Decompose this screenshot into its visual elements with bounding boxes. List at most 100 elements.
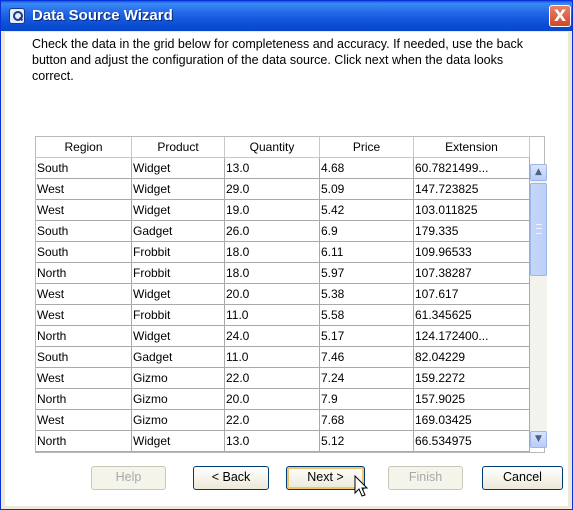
cell-col-extension[interactable]: 82.04229 xyxy=(414,347,530,368)
chevron-up-icon[interactable]: ▲ xyxy=(530,164,547,181)
cell-col-price[interactable]: 5.42 xyxy=(320,200,414,221)
cell-col-product[interactable]: Frobbit xyxy=(132,305,225,326)
cell-col-quantity[interactable]: 13.0 xyxy=(225,431,320,452)
cell-col-quantity[interactable]: 20.0 xyxy=(225,389,320,410)
table-row[interactable]: South Widget 13.0 4.68 60.7821499... xyxy=(36,158,530,179)
cell-col-product[interactable]: Gadget xyxy=(132,347,225,368)
title-bar[interactable]: Data Source Wizard X xyxy=(1,1,572,31)
table-row[interactable]: South Gadget 11.0 7.46 82.04229 xyxy=(36,347,530,368)
cell-col-product[interactable]: Widget xyxy=(132,431,225,452)
cell-col-price[interactable]: 5.58 xyxy=(320,305,414,326)
cell-col-price[interactable]: 5.12 xyxy=(320,431,414,452)
cell-col-region[interactable]: West xyxy=(36,305,132,326)
cell-col-price[interactable]: 4.68 xyxy=(320,158,414,179)
cell-col-quantity[interactable]: 24.0 xyxy=(225,326,320,347)
table-row[interactable]: North Widget 13.0 5.12 66.534975 xyxy=(36,431,530,452)
cell-col-region[interactable]: North xyxy=(36,326,132,347)
table-row[interactable]: West Frobbit 11.0 5.58 61.345625 xyxy=(36,305,530,326)
table-row[interactable]: West Gizmo 22.0 7.24 159.2272 xyxy=(36,368,530,389)
cell-col-price[interactable]: 5.17 xyxy=(320,326,414,347)
cell-col-quantity[interactable]: 20.0 xyxy=(225,284,320,305)
cell-col-region[interactable]: South xyxy=(36,158,132,179)
cell-col-product[interactable]: Gizmo xyxy=(132,410,225,431)
back-button[interactable]: < Back xyxy=(193,466,269,490)
cell-col-price[interactable]: 5.38 xyxy=(320,284,414,305)
cell-col-quantity[interactable]: 22.0 xyxy=(225,368,320,389)
cell-col-region[interactable]: West xyxy=(36,200,132,221)
cell-col-extension[interactable]: 103.011825 xyxy=(414,200,530,221)
cell-col-quantity[interactable]: 18.0 xyxy=(225,242,320,263)
cell-col-extension[interactable]: 179.335 xyxy=(414,221,530,242)
cell-col-extension[interactable]: 109.96533 xyxy=(414,242,530,263)
data-grid[interactable]: Region Product Quantity Price Extension Sout… xyxy=(35,136,547,453)
cell-col-region[interactable]: West xyxy=(36,368,132,389)
cell-col-price[interactable]: 5.09 xyxy=(320,179,414,200)
cell-col-product[interactable]: Gadget xyxy=(132,221,225,242)
cell-col-quantity[interactable]: 13.0 xyxy=(225,158,320,179)
header-col-product[interactable]: Product xyxy=(132,137,225,158)
cell-col-extension[interactable]: 159.2272 xyxy=(414,368,530,389)
cell-col-extension[interactable]: 147.723825 xyxy=(414,179,530,200)
table-row[interactable]: South Gadget 26.0 6.9 179.335 xyxy=(36,221,530,242)
cell-col-quantity[interactable]: 11.0 xyxy=(225,347,320,368)
cell-col-price[interactable]: 5.97 xyxy=(320,263,414,284)
table-row[interactable]: South Frobbit 18.0 6.11 109.96533 xyxy=(36,242,530,263)
cell-col-region[interactable]: West xyxy=(36,284,132,305)
cancel-button[interactable]: Cancel xyxy=(482,466,563,490)
cell-col-quantity[interactable]: 18.0 xyxy=(225,263,320,284)
cell-col-region[interactable]: West xyxy=(36,179,132,200)
cell-col-product[interactable]: Widget xyxy=(132,179,225,200)
header-col-quantity[interactable]: Quantity xyxy=(225,137,320,158)
cell-col-price[interactable]: 7.9 xyxy=(320,389,414,410)
scrollbar-thumb[interactable] xyxy=(530,183,547,276)
cell-col-price[interactable]: 6.9 xyxy=(320,221,414,242)
close-button[interactable]: X xyxy=(549,5,571,27)
cell-col-region[interactable]: West xyxy=(36,410,132,431)
vertical-scrollbar[interactable]: ▲ ▼ xyxy=(530,164,547,448)
cell-col-product[interactable]: Gizmo xyxy=(132,389,225,410)
cell-col-extension[interactable]: 66.534975 xyxy=(414,431,530,452)
cell-col-product[interactable]: Frobbit xyxy=(132,242,225,263)
cell-col-quantity[interactable]: 22.0 xyxy=(225,410,320,431)
cell-col-quantity[interactable]: 11.0 xyxy=(225,305,320,326)
table-row[interactable]: North Frobbit 18.0 5.97 107.38287 xyxy=(36,263,530,284)
table-row[interactable]: North Widget 24.0 5.17 124.172400... xyxy=(36,326,530,347)
cell-col-price[interactable]: 6.11 xyxy=(320,242,414,263)
cell-col-extension[interactable]: 124.172400... xyxy=(414,326,530,347)
cell-col-price[interactable]: 7.68 xyxy=(320,410,414,431)
chevron-down-icon[interactable]: ▼ xyxy=(530,431,547,448)
table-row[interactable]: West Widget 29.0 5.09 147.723825 xyxy=(36,179,530,200)
cell-col-extension[interactable]: 60.7821499... xyxy=(414,158,530,179)
cell-col-region[interactable]: South xyxy=(36,347,132,368)
table-row[interactable]: West Widget 20.0 5.38 107.617 xyxy=(36,284,530,305)
table-row[interactable]: North Gizmo 20.0 7.9 157.9025 xyxy=(36,389,530,410)
cell-col-region[interactable]: North xyxy=(36,263,132,284)
cell-col-region[interactable]: South xyxy=(36,242,132,263)
cell-col-product[interactable]: Frobbit xyxy=(132,263,225,284)
cell-col-product[interactable]: Widget xyxy=(132,200,225,221)
cell-col-price[interactable]: 7.24 xyxy=(320,368,414,389)
cell-col-quantity[interactable]: 19.0 xyxy=(225,200,320,221)
cell-col-product[interactable]: Gizmo xyxy=(132,368,225,389)
cell-col-product[interactable]: Widget xyxy=(132,284,225,305)
cell-col-region[interactable]: South xyxy=(36,221,132,242)
header-col-region[interactable]: Region xyxy=(36,137,132,158)
cell-col-price[interactable]: 7.46 xyxy=(320,347,414,368)
cell-col-quantity[interactable]: 29.0 xyxy=(225,179,320,200)
cell-col-extension[interactable]: 61.345625 xyxy=(414,305,530,326)
cell-col-extension[interactable]: 169.03425 xyxy=(414,410,530,431)
cell-col-product[interactable]: Widget xyxy=(132,326,225,347)
cell-col-extension[interactable]: 107.38287 xyxy=(414,263,530,284)
cell-col-extension[interactable]: 107.617 xyxy=(414,284,530,305)
cell-col-product[interactable]: Widget xyxy=(132,158,225,179)
finish-button[interactable]: Finish xyxy=(388,466,463,490)
cell-col-region[interactable]: North xyxy=(36,431,132,452)
cell-col-extension[interactable]: 157.9025 xyxy=(414,389,530,410)
help-button[interactable]: Help xyxy=(91,466,166,490)
table-row[interactable]: West Widget 19.0 5.42 103.011825 xyxy=(36,200,530,221)
cell-col-quantity[interactable]: 26.0 xyxy=(225,221,320,242)
header-col-extension[interactable]: Extension xyxy=(414,137,530,158)
table-row[interactable]: West Gizmo 22.0 7.68 169.03425 xyxy=(36,410,530,431)
cell-col-region[interactable]: North xyxy=(36,389,132,410)
header-col-price[interactable]: Price xyxy=(320,137,414,158)
